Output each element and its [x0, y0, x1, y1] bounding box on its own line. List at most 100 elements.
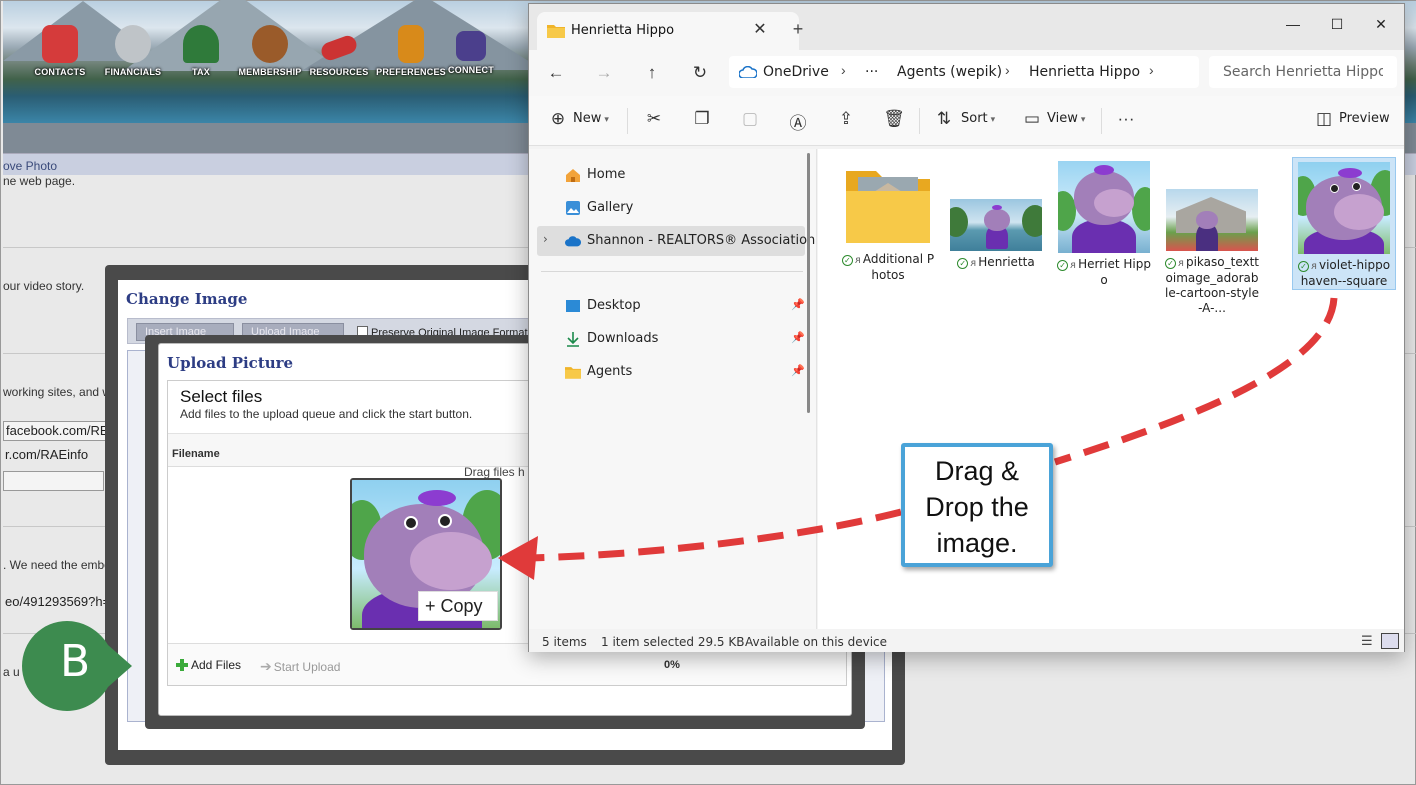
nav-scrollbar[interactable]: [807, 153, 810, 413]
nav-connect[interactable]: CONNECT: [445, 25, 497, 89]
drop-zone-hint[interactable]: Drag files h: [464, 465, 525, 479]
preview-button[interactable]: Preview: [1339, 111, 1390, 126]
sort-button[interactable]: Sort ▾: [961, 111, 995, 126]
synced-icon: ✓: [841, 255, 853, 266]
explorer-navigation-pane: Home Gallery › Shannon - REALTORS® Assoc…: [529, 149, 853, 629]
file-item-folder[interactable]: ✓ ᴙ Additional Photos: [836, 157, 940, 283]
file-item-image[interactable]: ✓ ᴙ Herriet Hippo: [1052, 157, 1156, 288]
nav-gallery[interactable]: Gallery: [537, 193, 805, 223]
arrow-right-icon: ➔: [260, 658, 272, 674]
up-icon[interactable]: ↑: [637, 59, 667, 87]
image-thumbnail: [1166, 189, 1258, 251]
maple-syrup-icon: [398, 25, 424, 63]
onedrive-cloud-icon: [565, 236, 581, 247]
connect-icon: [456, 31, 486, 61]
share-icon[interactable]: ⇪: [835, 109, 857, 129]
gallery-icon: [566, 201, 580, 215]
file-item-image[interactable]: ✓ ᴙ pikaso_texttoimage_adorable-cartoon-st…: [1160, 157, 1264, 316]
step-badge-letter: B: [60, 636, 91, 687]
change-image-title: Change Image: [126, 290, 248, 308]
download-icon: [567, 332, 579, 347]
breadcrumb-onedrive[interactable]: OneDrive: [763, 64, 829, 80]
maximize-icon[interactable]: ☐: [1315, 10, 1359, 38]
copy-drag-tooltip: + Copy: [418, 591, 498, 621]
instruction-callout: Drag & Drop the image.: [901, 443, 1053, 567]
preview-pane-icon: ◫: [1315, 109, 1333, 128]
rename-icon[interactable]: Ⓐ: [787, 109, 809, 134]
nav-tax[interactable]: TAX: [183, 25, 219, 89]
page-subtitle: ne web page.: [3, 174, 76, 188]
paste-icon[interactable]: ▢: [739, 109, 761, 129]
chevron-right-icon[interactable]: ›: [841, 62, 846, 78]
shared-person-icon: ᴙ: [1310, 261, 1317, 272]
nav-agents[interactable]: Agents 📌: [537, 357, 805, 387]
nav-preferences[interactable]: PREFERENCES: [375, 25, 447, 89]
desktop-icon: [566, 300, 580, 312]
nav-divider: [541, 271, 803, 272]
forward-icon[interactable]: →: [589, 59, 619, 87]
chevron-right-icon[interactable]: ›: [543, 232, 548, 246]
nav-contacts[interactable]: CONTACTS: [31, 25, 89, 89]
plus-icon: +: [425, 596, 436, 616]
nav-desktop[interactable]: Desktop 📌: [537, 291, 805, 321]
explorer-tab[interactable]: Henrietta Hippo ✕: [537, 12, 799, 50]
explorer-tab-title: Henrietta Hippo: [571, 23, 675, 38]
folder-icon: [547, 25, 565, 38]
breadcrumb-henrietta[interactable]: Henrietta Hippo: [1029, 64, 1140, 80]
explorer-titlebar: Henrietta Hippo ✕ + — ☐ ✕: [529, 4, 1404, 50]
extra-field[interactable]: [3, 471, 104, 491]
back-icon[interactable]: ←: [541, 59, 571, 87]
address-bar[interactable]: OneDrive › ··· Agents (wepik) › Henriett…: [729, 56, 1199, 88]
tiles-view-icon[interactable]: [1381, 633, 1399, 649]
shared-person-icon: ᴙ: [1070, 260, 1077, 271]
shared-person-icon: ᴙ: [970, 258, 977, 269]
synced-icon: ✓: [1164, 258, 1176, 269]
chevron-right-icon[interactable]: ›: [1005, 62, 1010, 78]
rocks-icon: [115, 25, 151, 63]
cloud-icon: [739, 66, 757, 78]
plus-icon: [176, 659, 188, 671]
copy-icon[interactable]: ❐: [691, 109, 713, 129]
file-item-image[interactable]: ✓ ᴙ Henrietta: [944, 157, 1048, 271]
synced-icon: ✓: [1057, 260, 1069, 271]
view-button[interactable]: View ▾: [1047, 111, 1085, 126]
synced-icon: ✓: [957, 258, 969, 269]
search-input[interactable]: [1209, 56, 1397, 88]
cut-icon[interactable]: ✂: [643, 109, 665, 129]
add-files-button[interactable]: Add Files: [176, 658, 241, 672]
new-button[interactable]: New ▾: [573, 111, 609, 126]
close-tab-icon[interactable]: ✕: [749, 19, 771, 41]
image-thumbnail: [1058, 161, 1150, 253]
explorer-address-row: ← → ↑ ↻ OneDrive › ··· Agents (wepik) › …: [529, 50, 1404, 96]
more-options-icon[interactable]: ···: [1115, 109, 1137, 129]
nav-resources[interactable]: RESOURCES: [309, 25, 369, 89]
close-window-icon[interactable]: ✕: [1359, 10, 1403, 38]
chevron-right-icon[interactable]: ›: [1149, 62, 1154, 78]
minimize-icon[interactable]: —: [1271, 10, 1315, 38]
delete-icon[interactable]: 🗑: [883, 109, 905, 129]
nav-downloads[interactable]: Downloads 📌: [537, 324, 805, 354]
new-tab-icon[interactable]: +: [787, 19, 809, 40]
pine-trees-icon: [183, 25, 219, 63]
home-icon: [566, 169, 580, 182]
details-view-icon[interactable]: ☰: [1361, 634, 1373, 649]
upload-percent: 0%: [664, 659, 680, 671]
breadcrumb-overflow[interactable]: ···: [865, 64, 878, 80]
synced-icon: ✓: [1297, 261, 1309, 272]
file-item-image-selected[interactable]: ✓ ᴙ violet-hippohaven--square: [1292, 157, 1396, 290]
image-thumbnail: [1298, 162, 1390, 254]
start-upload-button[interactable]: ➔ Start Upload: [260, 658, 340, 675]
nav-membership[interactable]: MEMBERSHIP: [235, 25, 305, 89]
nav-onedrive-shannon[interactable]: › Shannon - REALTORS® Association of Ed: [537, 226, 853, 256]
refresh-icon[interactable]: ↻: [685, 59, 715, 87]
hockey-player-icon: [42, 25, 78, 63]
breadcrumb-agents[interactable]: Agents (wepik): [897, 64, 1002, 80]
explorer-status-bar: 5 items 1 item selected 29.5 KB Availabl…: [529, 630, 1404, 652]
pin-icon[interactable]: 📌: [791, 298, 805, 311]
pin-icon[interactable]: 📌: [791, 331, 805, 344]
nav-home[interactable]: Home: [537, 160, 805, 190]
item-count: 5 items: [542, 635, 587, 649]
nav-financials[interactable]: FINANCIALS: [101, 25, 165, 89]
pin-icon[interactable]: 📌: [791, 364, 805, 377]
site-nav: CONTACTS FINANCIALS TAX MEMBERSHIP RESOU…: [3, 25, 523, 89]
